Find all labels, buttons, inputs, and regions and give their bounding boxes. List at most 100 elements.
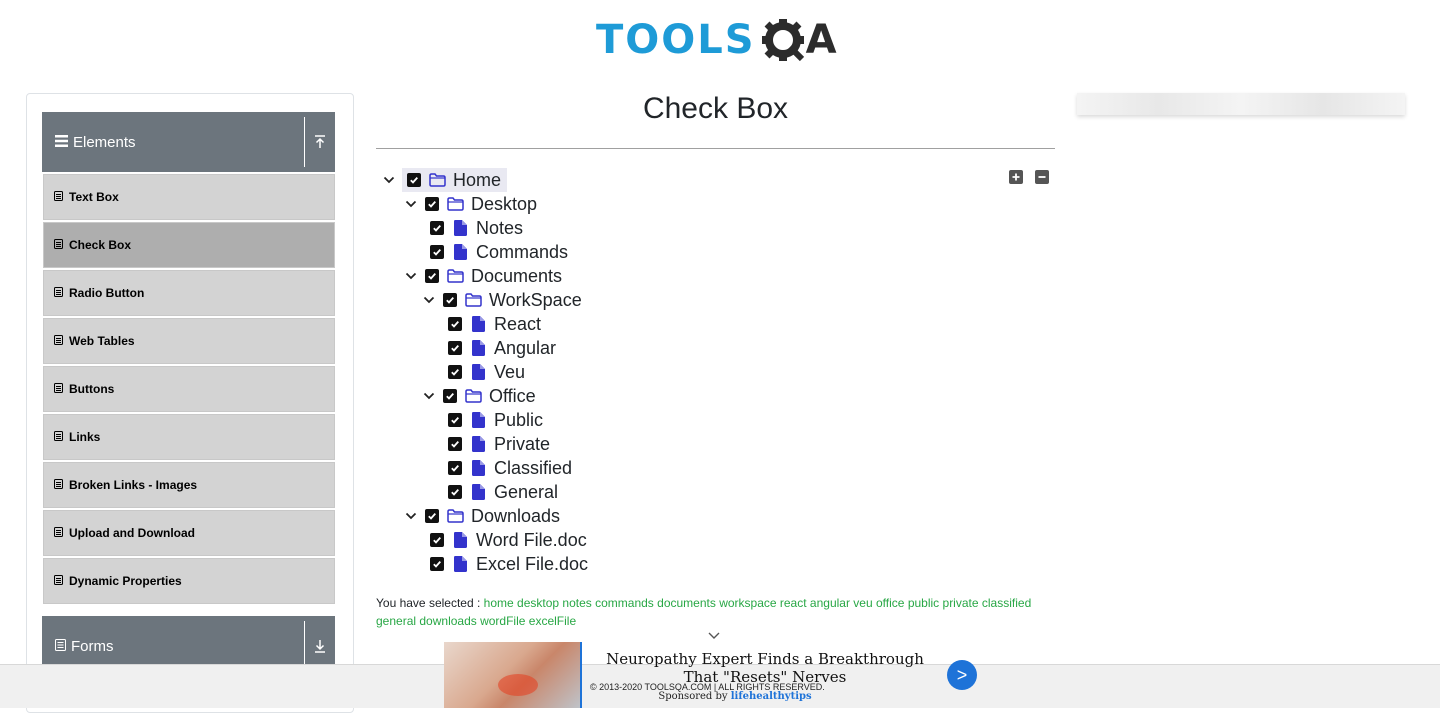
file-icon bbox=[469, 315, 487, 333]
ad-bottom[interactable]: Neuropathy Expert Finds a Breakthrough T… bbox=[444, 642, 984, 708]
file-icon bbox=[469, 411, 487, 429]
tree-node-label: Home bbox=[453, 169, 502, 190]
file-icon bbox=[469, 459, 487, 477]
menu-item-web-tables[interactable]: Web Tables bbox=[43, 318, 335, 364]
selected-item: veu bbox=[853, 596, 873, 610]
menu-item-radio-button[interactable]: Radio Button bbox=[43, 270, 335, 316]
tree-node-downloads[interactable]: Downloads bbox=[402, 504, 560, 528]
ad-sponsor-name[interactable]: lifehealthytips bbox=[731, 691, 812, 702]
checkbox-checked-icon[interactable] bbox=[443, 293, 457, 307]
list-icon bbox=[54, 478, 63, 492]
tree-node-home[interactable]: Home bbox=[383, 168, 508, 192]
tree-node-public[interactable]: Public bbox=[443, 408, 543, 432]
menu-item-buttons[interactable]: Buttons bbox=[43, 366, 335, 412]
menu-item-broken-links[interactable]: Broken Links - Images bbox=[43, 462, 335, 508]
tree-node-label: General bbox=[494, 481, 559, 502]
expand-all-icon[interactable] bbox=[1009, 170, 1023, 184]
checkbox-checked-icon[interactable] bbox=[425, 269, 439, 283]
tree-node-angular[interactable]: Angular bbox=[443, 336, 556, 360]
checkbox-checked-icon[interactable] bbox=[448, 341, 462, 355]
ad-go-button[interactable]: > bbox=[947, 660, 977, 690]
elements-menu: Text Box Check Box Radio Button Web Tabl… bbox=[43, 174, 335, 606]
checkbox-checked-icon[interactable] bbox=[443, 389, 457, 403]
arrow-up-icon[interactable] bbox=[304, 117, 335, 167]
ad-sponsor-prefix: Sponsored by bbox=[658, 691, 728, 702]
file-icon bbox=[451, 531, 469, 549]
menu-item-label: Radio Button bbox=[69, 286, 145, 300]
checkbox-checked-icon[interactable] bbox=[407, 173, 421, 187]
checkbox-checked-icon[interactable] bbox=[448, 317, 462, 331]
ad-banner-right[interactable] bbox=[1077, 93, 1405, 115]
tree-node-react[interactable]: React bbox=[443, 312, 541, 336]
checkbox-checked-icon[interactable] bbox=[448, 461, 462, 475]
menu-item-label: Broken Links - Images bbox=[69, 478, 198, 492]
menu-item-text-box[interactable]: Text Box bbox=[43, 174, 335, 220]
selected-item: workspace bbox=[719, 596, 777, 610]
chevron-down-icon[interactable] bbox=[420, 296, 438, 304]
tree-node-general[interactable]: General bbox=[443, 480, 558, 504]
list-icon bbox=[54, 238, 63, 252]
file-icon bbox=[451, 219, 469, 237]
ad-headline[interactable]: Neuropathy Expert Finds a Breakthrough T… bbox=[590, 650, 940, 686]
folder-icon bbox=[428, 171, 446, 189]
ad-image[interactable] bbox=[444, 642, 580, 708]
checkbox-checked-icon[interactable] bbox=[430, 533, 444, 547]
checkbox-checked-icon[interactable] bbox=[430, 245, 444, 259]
chevron-down-icon[interactable] bbox=[420, 392, 438, 400]
tree-node-label: Desktop bbox=[471, 193, 538, 214]
list-icon bbox=[54, 526, 63, 540]
page-title: Check Box bbox=[642, 92, 789, 125]
tree-node-excel-file-doc[interactable]: Excel File.doc bbox=[425, 552, 588, 576]
file-icon bbox=[469, 339, 487, 357]
tree-node-label: Angular bbox=[494, 337, 557, 358]
chevron-down-icon[interactable] bbox=[402, 272, 420, 280]
tree-node-notes[interactable]: Notes bbox=[425, 216, 523, 240]
hamburger-icon bbox=[55, 134, 68, 151]
checkbox-checked-icon[interactable] bbox=[425, 197, 439, 211]
checkbox-checked-icon[interactable] bbox=[448, 485, 462, 499]
file-icon bbox=[469, 435, 487, 453]
tree-node-private[interactable]: Private bbox=[443, 432, 550, 456]
menu-item-label: Buttons bbox=[69, 382, 115, 396]
chevron-down-icon[interactable] bbox=[380, 176, 398, 184]
checkbox-checked-icon[interactable] bbox=[425, 509, 439, 523]
file-icon bbox=[451, 555, 469, 573]
chevron-down-icon[interactable] bbox=[402, 200, 420, 208]
group-header-elements[interactable]: Elements bbox=[42, 112, 335, 172]
tree-node-office[interactable]: Office bbox=[420, 384, 536, 408]
folder-icon bbox=[446, 507, 464, 525]
checkbox-checked-icon[interactable] bbox=[448, 437, 462, 451]
file-icon bbox=[469, 363, 487, 381]
chevron-down-icon[interactable] bbox=[402, 512, 420, 520]
file-icon bbox=[451, 243, 469, 261]
tree-node-label: Veu bbox=[494, 361, 526, 382]
logo-text: TOOLS bbox=[596, 17, 756, 63]
tree-node-word-file-doc[interactable]: Word File.doc bbox=[425, 528, 587, 552]
menu-item-check-box[interactable]: Check Box bbox=[43, 222, 335, 268]
footer-copyright: © 2013-2020 TOOLSQA.COM | ALL RIGHTS RES… bbox=[590, 682, 825, 692]
menu-item-upload-download[interactable]: Upload and Download bbox=[43, 510, 335, 556]
tree-node-veu[interactable]: Veu bbox=[443, 360, 525, 384]
tree-node-classified[interactable]: Classified bbox=[443, 456, 572, 480]
list-icon bbox=[54, 382, 63, 396]
checkbox-checked-icon[interactable] bbox=[448, 413, 462, 427]
checkbox-checked-icon[interactable] bbox=[430, 557, 444, 571]
tree-node-label: Notes bbox=[476, 217, 524, 238]
folder-icon bbox=[446, 267, 464, 285]
checkbox-checked-icon[interactable] bbox=[430, 221, 444, 235]
left-panel: Elements Text Box Check Box Radio Button bbox=[26, 93, 354, 713]
tree-node-label: Private bbox=[494, 433, 551, 454]
tree-node-workspace[interactable]: WorkSpace bbox=[420, 288, 582, 312]
collapse-all-icon[interactable] bbox=[1035, 170, 1049, 184]
menu-item-label: Check Box bbox=[69, 238, 132, 252]
menu-item-links[interactable]: Links bbox=[43, 414, 335, 460]
toolsqa-logo[interactable]: TOOLS A bbox=[596, 12, 837, 68]
menu-item-dynamic-properties[interactable]: Dynamic Properties bbox=[43, 558, 335, 604]
checkbox-checked-icon[interactable] bbox=[448, 365, 462, 379]
tree-node-desktop[interactable]: Desktop bbox=[402, 192, 537, 216]
tree-node-commands[interactable]: Commands bbox=[425, 240, 568, 264]
tree-node-documents[interactable]: Documents bbox=[402, 264, 562, 288]
folder-icon bbox=[464, 387, 482, 405]
tree-node-label: WorkSpace bbox=[489, 289, 582, 310]
title-divider bbox=[376, 148, 1055, 149]
